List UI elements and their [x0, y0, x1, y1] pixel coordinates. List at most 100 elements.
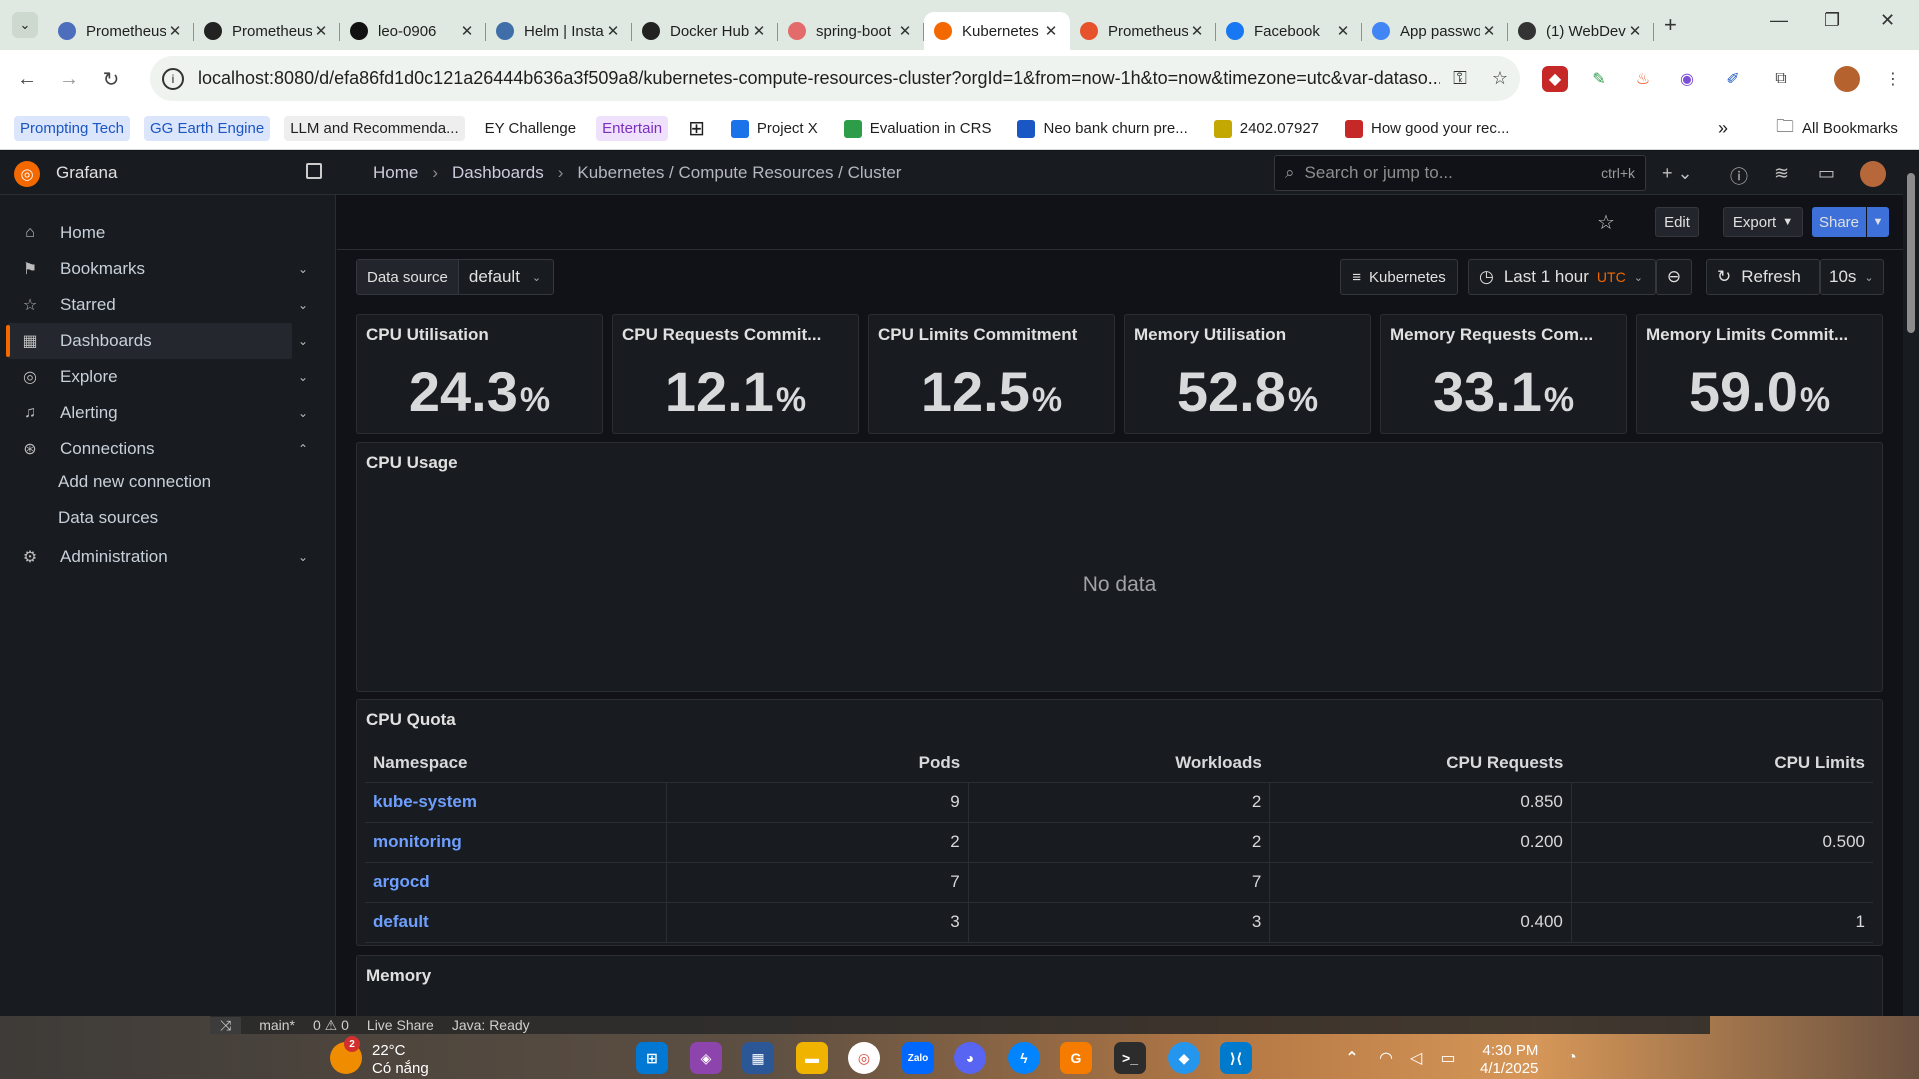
export-button[interactable]: Export ▼	[1723, 207, 1803, 237]
extensions-puzzle-icon[interactable]: ⧉	[1768, 66, 1794, 92]
bookmark-item[interactable]: 2402.07927	[1208, 116, 1325, 142]
forward-icon[interactable]: →	[54, 68, 84, 91]
apps-grid-icon[interactable]: ⊞	[682, 112, 711, 145]
stat-panel[interactable]: Memory Requests Com... 33.1%	[1380, 314, 1627, 434]
help-icon[interactable]: ⓘ	[1730, 163, 1748, 189]
bookmark-item[interactable]: Prompting Tech	[14, 116, 130, 141]
battery-icon[interactable]: ▭	[1432, 1042, 1464, 1074]
column-header[interactable]: Namespace	[365, 744, 667, 783]
grafana-logo[interactable]: ◎	[14, 161, 40, 187]
sidebar-item-bookmarks[interactable]: ⚑ Bookmarks ⌄	[8, 251, 308, 287]
namespace-link[interactable]: kube-system	[365, 782, 667, 823]
chevron-icon[interactable]: ⌄	[298, 550, 308, 564]
vscode-icon[interactable]: ⟩⟨	[1220, 1042, 1252, 1074]
extension-feather-icon[interactable]: ✐	[1720, 66, 1746, 92]
sidebar-item-starred[interactable]: ☆ Starred ⌄	[8, 287, 308, 323]
browser-tab[interactable]: Prometheus ✕	[48, 12, 194, 50]
address-bar[interactable]: i localhost:8080/d/efa86fd1d0c121a26444b…	[150, 56, 1520, 101]
tab-close-icon[interactable]: ✕	[1334, 22, 1352, 40]
sidebar-item-explore[interactable]: ◎ Explore ⌄	[8, 359, 308, 395]
bookmark-item[interactable]: LLM and Recommenda...	[284, 116, 465, 141]
browser-tab[interactable]: App passwords ✕	[1362, 12, 1508, 50]
sidebar-item-home[interactable]: ⌂ Home	[8, 215, 292, 251]
chevron-icon[interactable]: ⌃	[298, 442, 308, 456]
tab-close-icon[interactable]: ✕	[1480, 22, 1498, 40]
messenger-icon[interactable]: ϟ	[1008, 1042, 1040, 1074]
browser-tab[interactable]: Docker Hub ✕	[632, 12, 778, 50]
bookmark-item[interactable]: How good your rec...	[1339, 116, 1515, 142]
windows-start-icon[interactable]: ⊞	[636, 1042, 668, 1074]
cpu-usage-panel[interactable]: CPU Usage No data	[356, 442, 1883, 692]
edit-button[interactable]: Edit	[1655, 207, 1699, 237]
bookmark-star-icon[interactable]: ☆	[1480, 68, 1520, 89]
bookmark-item[interactable]: Entertain	[596, 116, 669, 141]
browser-tab[interactable]: Prometheus ✕	[194, 12, 340, 50]
nav-sub-data-sources[interactable]: Data sources	[58, 508, 158, 528]
zoom-out-icon[interactable]: ⊖	[1656, 259, 1692, 295]
sidebar-item-administration[interactable]: ⚙ Administration ⌄	[8, 539, 308, 575]
column-header[interactable]: CPU Limits	[1571, 744, 1873, 783]
git-branch[interactable]: main*	[259, 1017, 295, 1033]
share-button[interactable]: Share	[1812, 207, 1866, 237]
notification-icon[interactable]: ◔	[1556, 1042, 1588, 1074]
browser-tab[interactable]: leo-0906 ✕	[340, 12, 486, 50]
tab-close-icon[interactable]: ✕	[166, 22, 184, 40]
sidebar-item-connections[interactable]: ⊛ Connections ⌃	[8, 431, 308, 467]
restore-icon[interactable]: ❐	[1824, 10, 1840, 31]
browser-tab[interactable]: (1) WebDev ✕	[1508, 12, 1654, 50]
extension-circle-icon[interactable]: ◉	[1674, 66, 1700, 92]
breadcrumb-home[interactable]: Home	[373, 163, 418, 183]
search-input[interactable]: ⌕ Search or jump to... ctrl+k	[1274, 155, 1646, 191]
namespace-link[interactable]: monitoring	[365, 822, 667, 863]
docker-icon[interactable]: ◆	[1168, 1042, 1200, 1074]
browser-tab[interactable]: Facebook ✕	[1216, 12, 1362, 50]
stat-panel[interactable]: Memory Utilisation 52.8%	[1124, 314, 1371, 434]
minimize-icon[interactable]: —	[1770, 10, 1788, 31]
tray-chevron-icon[interactable]: ⌃	[1336, 1042, 1368, 1074]
bookmark-item[interactable]: Project X	[725, 116, 824, 142]
column-header[interactable]: Pods	[666, 744, 969, 783]
chevron-icon[interactable]: ⌄	[298, 334, 308, 348]
datasource-variable[interactable]: Data source default ⌄	[356, 259, 554, 295]
live-share-status[interactable]: Live Share	[367, 1017, 434, 1033]
all-bookmarks-button[interactable]: 🗀 All Bookmarks	[1776, 114, 1898, 144]
chevron-icon[interactable]: ⌄	[298, 262, 308, 276]
scrollbar-thumb[interactable]	[1907, 173, 1915, 333]
column-header[interactable]: CPU Requests	[1269, 744, 1572, 783]
tab-close-icon[interactable]: ✕	[312, 22, 330, 40]
chevron-icon[interactable]: ⌄	[298, 406, 308, 420]
stat-panel[interactable]: CPU Requests Commit... 12.1%	[612, 314, 859, 434]
browser-menu-icon[interactable]: ⋮	[1880, 66, 1906, 92]
browser-tab[interactable]: Helm | Installing ✕	[486, 12, 632, 50]
extension-shield-icon[interactable]: ◆	[1542, 66, 1568, 92]
site-info-icon[interactable]: i	[162, 67, 184, 90]
browser-tab[interactable]: spring-boot ✕	[778, 12, 924, 50]
remote-icon[interactable]: ⤨	[210, 1016, 242, 1034]
back-icon[interactable]: ←	[12, 68, 42, 91]
refresh-interval-picker[interactable]: 10s ⌄	[1820, 259, 1884, 295]
close-window-icon[interactable]: ✕	[1880, 10, 1895, 31]
tab-close-icon[interactable]: ✕	[604, 22, 622, 40]
url-text[interactable]: localhost:8080/d/efa86fd1d0c121a26444b63…	[198, 68, 1440, 89]
system-clock[interactable]: 4:30 PM 4/1/2025	[1480, 1042, 1538, 1078]
wifi-icon[interactable]: ◠	[1370, 1042, 1402, 1074]
chrome-icon[interactable]: ◎	[848, 1042, 880, 1074]
copilot-icon[interactable]: ◈	[690, 1042, 722, 1074]
browser-tab[interactable]: Prometheus ✕	[1070, 12, 1216, 50]
app-icon[interactable]: G	[1060, 1042, 1092, 1074]
tab-close-icon[interactable]: ✕	[1188, 22, 1206, 40]
sidebar-item-dashboards[interactable]: ▦ Dashboards ⌄	[6, 323, 308, 359]
namespace-link[interactable]: argocd	[365, 862, 667, 903]
file-explorer-icon[interactable]: ▬	[796, 1042, 828, 1074]
stat-panel[interactable]: CPU Limits Commitment 12.5%	[868, 314, 1115, 434]
java-status[interactable]: Java: Ready	[452, 1017, 530, 1033]
browser-tab[interactable]: Kubernetes ✕	[924, 12, 1070, 50]
zalo-icon[interactable]: Zalo	[902, 1042, 934, 1074]
news-feed-icon[interactable]: ≋	[1774, 163, 1789, 184]
add-new-icon[interactable]: + ⌄	[1662, 163, 1693, 184]
kubernetes-links-button[interactable]: ≡ Kubernetes	[1340, 259, 1458, 295]
chevron-icon[interactable]: ⌄	[298, 370, 308, 384]
tab-close-icon[interactable]: ✕	[1042, 22, 1060, 40]
breadcrumb-dashboards[interactable]: Dashboards	[452, 163, 544, 183]
stat-panel[interactable]: CPU Utilisation 24.3%	[356, 314, 603, 434]
